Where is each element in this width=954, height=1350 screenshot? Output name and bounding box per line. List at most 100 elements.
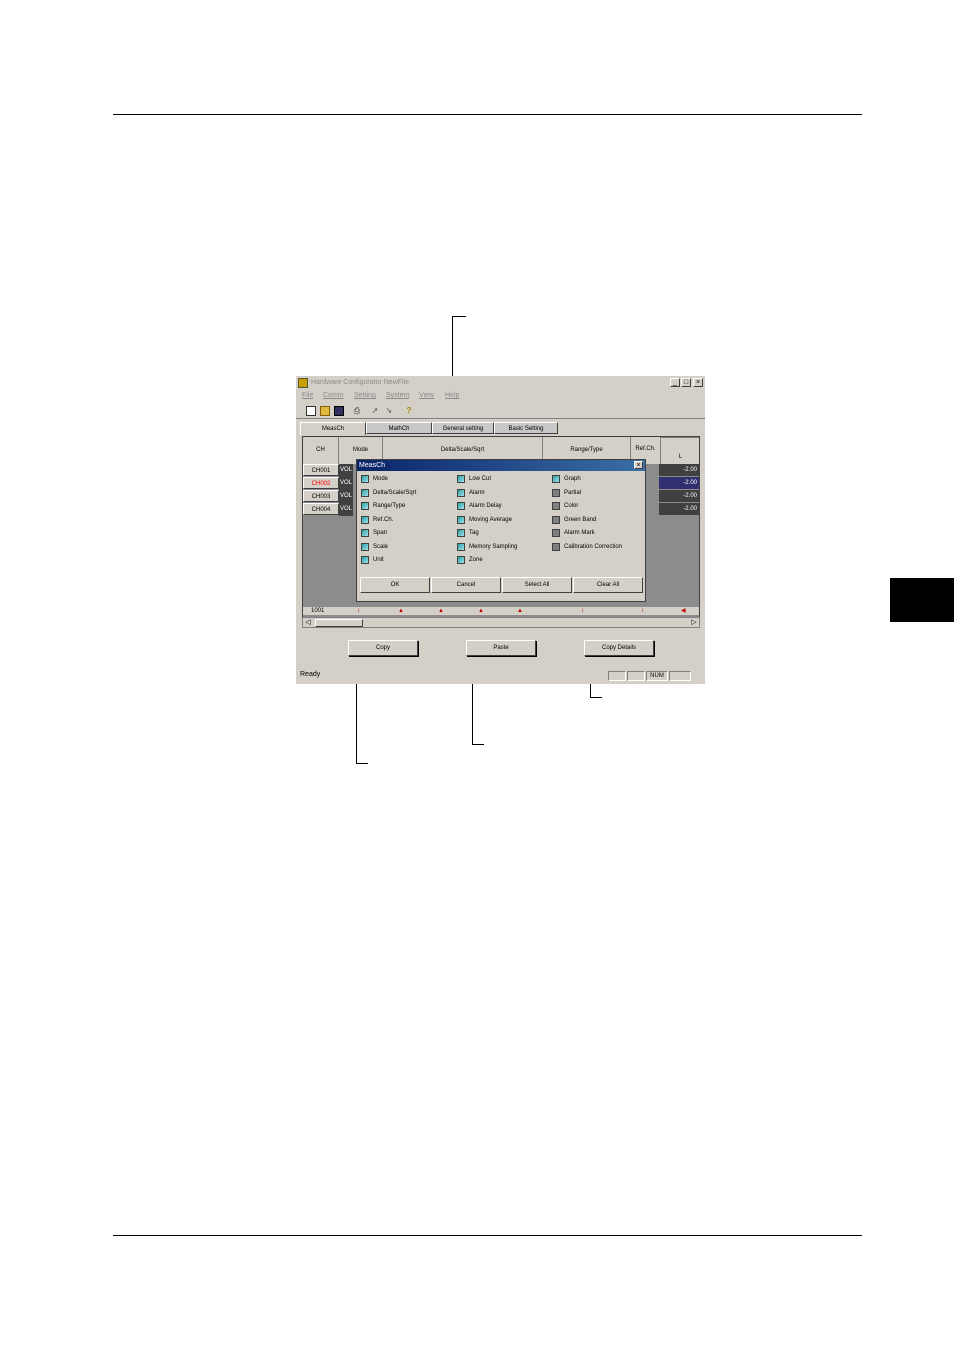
mode-cell[interactable]: VOL (340, 477, 352, 489)
tab-mathch[interactable]: MathCh (366, 422, 432, 434)
sort-left-icon[interactable]: ◀ (681, 607, 686, 615)
sort-up-icon[interactable]: ▲ (398, 607, 404, 615)
option-label: Graph (564, 476, 581, 482)
value-cell[interactable]: -2.00 (659, 464, 699, 476)
option-label: Unit (373, 557, 384, 563)
mode-cells: VOL VOL VOL VOL (339, 464, 353, 516)
checkbox-disabled-icon[interactable] (552, 542, 560, 551)
chapter-tab-marker (890, 578, 954, 622)
scroll-thumb[interactable] (315, 619, 363, 627)
checkbox-disabled-icon[interactable] (552, 488, 560, 497)
leader-copy-details (590, 697, 602, 698)
scroll-left-icon[interactable]: ◁ (303, 618, 313, 627)
sort-up-icon[interactable]: ▲ (478, 607, 484, 615)
status-bar: Ready NUM (296, 670, 705, 682)
value-cell[interactable]: -2.00 (659, 503, 699, 515)
title-bar: Hardware Configurator NewFile _ □ × (296, 376, 705, 390)
col-l: L (661, 437, 699, 464)
dialog-title-bar: MeasCh × (357, 460, 645, 471)
menu-view[interactable]: View (419, 392, 434, 399)
checkbox-checked-icon[interactable] (361, 542, 369, 551)
checkbox-checked-icon[interactable] (457, 502, 465, 510)
checkbox-disabled-icon[interactable] (552, 515, 560, 524)
menu-help[interactable]: Help (445, 392, 459, 399)
checkbox-disabled-icon[interactable] (552, 529, 560, 537)
dialog-title: MeasCh (359, 462, 386, 469)
row-ch001[interactable]: CH001 (303, 464, 339, 476)
tab-general-setting[interactable]: General setting (432, 422, 494, 434)
status-text: Ready (300, 671, 321, 678)
option-label: Delta/Scale/Sqrt (373, 489, 417, 496)
sort-up-icon[interactable]: ▲ (438, 607, 444, 615)
mode-cell[interactable]: VOL (340, 464, 352, 476)
checkbox-checked-icon[interactable] (457, 488, 465, 497)
scroll-right-icon[interactable]: ▷ (689, 618, 699, 627)
dialog-close-button[interactable]: × (634, 461, 643, 469)
checkbox-checked-icon[interactable] (457, 475, 465, 483)
window-title: Hardware Configurator NewFile (311, 379, 410, 386)
copy-details-button[interactable]: Copy Details (584, 640, 654, 656)
option-label: Alarm Delay (469, 503, 502, 509)
sort-arrow-icon[interactable]: ↕ (357, 607, 360, 615)
checkbox-disabled-icon[interactable] (552, 502, 560, 510)
option-label: Color (564, 503, 579, 509)
checkbox-checked-icon[interactable] (457, 556, 465, 564)
sort-arrow-icon[interactable]: ↕ (641, 607, 644, 615)
sort-up-icon[interactable]: ▲ (517, 607, 523, 615)
checkbox-checked-icon[interactable] (361, 556, 369, 564)
copy-button[interactable]: Copy (348, 640, 418, 656)
tab-basic-setting[interactable]: Basic Setting (494, 422, 558, 434)
checkbox-checked-icon[interactable] (361, 502, 369, 510)
checkbox-checked-icon[interactable] (361, 488, 369, 497)
option-label: Range/Type (373, 503, 406, 509)
tab-measch[interactable]: MeasCh (300, 422, 366, 435)
mode-cell[interactable]: VOL (340, 503, 352, 515)
checkbox-checked-icon[interactable] (457, 529, 465, 537)
new-file-icon[interactable] (306, 406, 316, 416)
receive-icon[interactable]: ➘ (384, 406, 394, 416)
menu-system[interactable]: System (386, 392, 409, 399)
checkbox-checked-icon[interactable] (361, 475, 369, 483)
checkbox-checked-icon[interactable] (457, 515, 465, 524)
menu-comm[interactable]: Comm (323, 392, 344, 399)
app-icon (298, 378, 308, 388)
menu-bar: File Comm Setting System View Help (296, 391, 705, 403)
col-ch: CH (303, 437, 339, 464)
paste-button[interactable]: Paste (466, 640, 536, 656)
mark-row: 1001 ↕ ▲ ▲ ▲ ▲ ↕ ↕ ◀ (303, 607, 699, 615)
value-cell[interactable]: -2.00 (659, 477, 699, 489)
send-icon[interactable]: ➚ (370, 406, 380, 416)
open-folder-icon[interactable] (320, 406, 330, 416)
maximize-button[interactable]: □ (681, 378, 691, 387)
option-label: Span (373, 530, 388, 536)
checkbox-checked-icon[interactable] (361, 529, 369, 537)
bottom-rule (113, 1235, 862, 1236)
print-icon[interactable]: ⎙ (352, 406, 362, 416)
help-icon[interactable]: ? (404, 406, 414, 416)
option-label: Zone (469, 557, 483, 563)
checkbox-checked-icon[interactable] (552, 475, 560, 483)
horizontal-scrollbar[interactable]: ◁ ▷ (302, 617, 700, 628)
row-ch002[interactable]: CH002 (303, 477, 339, 489)
cancel-button[interactable]: Cancel (431, 577, 501, 593)
minimize-button[interactable]: _ (670, 378, 680, 387)
toolbar: ⎙ ➚ ➘ ? (296, 404, 705, 419)
status-pane (669, 671, 691, 681)
save-icon[interactable] (334, 406, 344, 416)
row-ch003[interactable]: CH003 (303, 490, 339, 502)
select-all-button[interactable]: Select All (502, 577, 572, 593)
checkbox-checked-icon[interactable] (457, 542, 465, 551)
menu-file[interactable]: File (302, 392, 313, 399)
sort-arrow-icon[interactable]: ↕ (581, 607, 584, 615)
checkbox-checked-icon[interactable] (361, 515, 369, 524)
close-button[interactable]: × (693, 378, 703, 387)
value-cell[interactable]: -2.00 (659, 490, 699, 502)
ok-button[interactable]: OK (360, 577, 430, 593)
option-label: Green Band (564, 516, 597, 523)
leader-copy (356, 763, 368, 764)
clear-all-button[interactable]: Clear All (573, 577, 643, 593)
menu-setting[interactable]: Setting (354, 392, 376, 399)
row-ch004[interactable]: CH004 (303, 503, 339, 515)
option-label: Scale (373, 543, 389, 550)
mode-cell[interactable]: VOL (340, 490, 352, 502)
